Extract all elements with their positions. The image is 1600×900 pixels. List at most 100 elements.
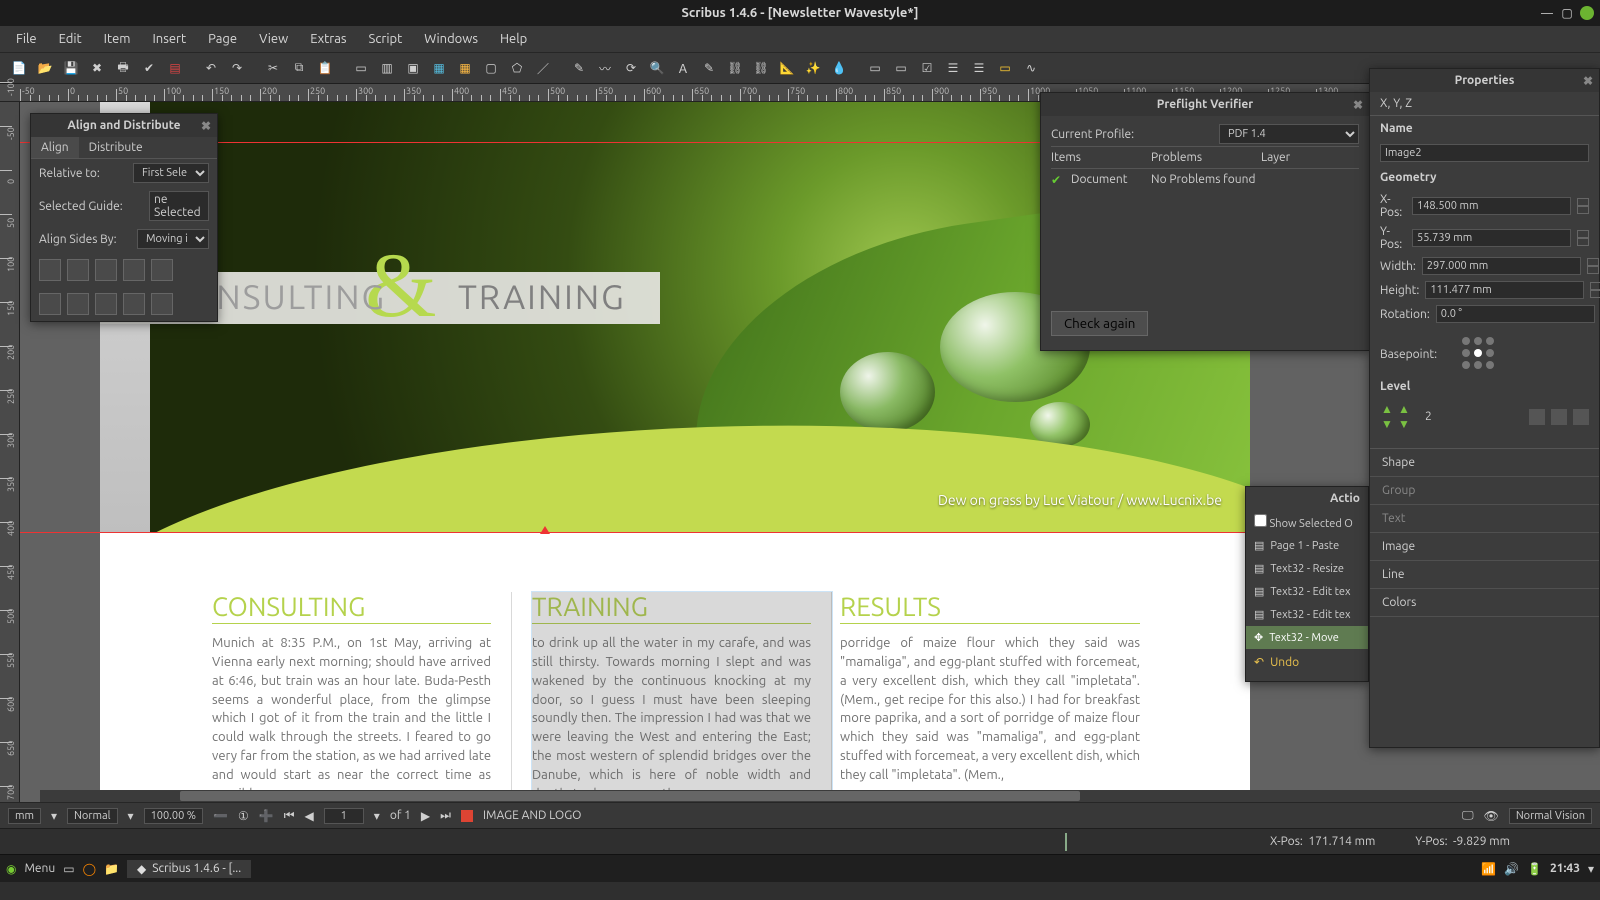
basepoint-selector[interactable] — [1462, 337, 1496, 371]
xyz-tab[interactable]: X, Y, Z — [1370, 92, 1599, 116]
align-b1-icon[interactable] — [39, 293, 61, 315]
height-field[interactable] — [1425, 281, 1584, 299]
align-b5-icon[interactable] — [151, 293, 173, 315]
level-down-icon[interactable]: ▼ — [1397, 418, 1411, 430]
selected-frame-overlay[interactable] — [532, 592, 832, 802]
new-icon[interactable]: 📄 — [8, 57, 30, 79]
menu-file[interactable]: File — [6, 29, 47, 49]
pdf-text-icon[interactable]: ▭ — [890, 57, 912, 79]
line-icon[interactable]: ／ — [532, 57, 554, 79]
undo-button[interactable]: ↶Undo — [1246, 649, 1368, 675]
undo-icon[interactable]: ↶ — [200, 57, 222, 79]
rotate-icon[interactable]: ⟳ — [620, 57, 642, 79]
link-frames-icon[interactable]: ⛓ — [724, 57, 746, 79]
acc-shape[interactable]: Shape — [1370, 449, 1599, 477]
show-desktop-icon[interactable]: ▭ — [63, 862, 74, 876]
show-selected-checkbox[interactable] — [1254, 514, 1267, 527]
render-frame-icon[interactable]: ▦ — [428, 57, 450, 79]
save-icon[interactable]: 💾 — [60, 57, 82, 79]
close-icon[interactable] — [1580, 6, 1594, 20]
level-top-icon[interactable]: ▲ — [1380, 403, 1394, 415]
preview-icon[interactable]: 👁 — [1484, 809, 1499, 823]
close-icon[interactable]: ✖ — [1353, 98, 1363, 112]
action-history-panel[interactable]: Actio Show Selected O ▤Page 1 - Paste ▤T… — [1245, 486, 1369, 682]
freehand-icon[interactable]: 〰 — [594, 57, 616, 79]
table-icon[interactable]: ▦ — [454, 57, 476, 79]
unlink-frames-icon[interactable]: ⛓ — [750, 57, 772, 79]
align-sides-select[interactable]: Moving i — [137, 229, 209, 249]
align-b2-icon[interactable] — [67, 293, 89, 315]
pdf-button-icon[interactable]: ▭ — [864, 57, 886, 79]
page-next-icon[interactable]: ▶ — [421, 809, 430, 823]
mint-icon[interactable]: ◉ — [6, 862, 16, 876]
measure-icon[interactable]: 📐 — [776, 57, 798, 79]
menu-view[interactable]: View — [249, 29, 298, 49]
menu-edit[interactable]: Edit — [49, 29, 92, 49]
battery-icon[interactable]: 🔋 — [1527, 862, 1542, 876]
page-number[interactable]: 1 — [324, 808, 364, 824]
layer-name[interactable]: IMAGE AND LOGO — [483, 809, 582, 822]
volume-icon[interactable]: 🔊 — [1504, 862, 1519, 876]
acc-text[interactable]: Text — [1370, 505, 1599, 533]
clock[interactable]: 21:43 — [1550, 862, 1580, 875]
level-up-icon[interactable]: ▲ — [1397, 403, 1411, 415]
align-center-v-icon[interactable] — [151, 259, 173, 281]
properties-panel[interactable]: Properties✖ X, Y, Z Name Geometry X-Pos:… — [1369, 68, 1600, 748]
task-scribus[interactable]: ◆ Scribus 1.4.6 - [... — [127, 860, 251, 878]
units-select[interactable]: mm — [8, 808, 41, 824]
pdf-link-icon[interactable]: ∿ — [1020, 57, 1042, 79]
name-field[interactable] — [1380, 144, 1589, 162]
menu-item[interactable]: Item — [94, 29, 141, 49]
zoom-reset-icon[interactable]: ① — [238, 809, 249, 823]
zoom-out-icon[interactable]: ➖ — [213, 809, 228, 823]
zoom-icon[interactable]: 🔍 — [646, 57, 668, 79]
relative-to-select[interactable]: First Sele — [133, 163, 209, 183]
zoom-value[interactable]: 100.00 % — [144, 808, 204, 824]
menu-insert[interactable]: Insert — [142, 29, 196, 49]
align-distribute-panel[interactable]: Align and Distribute✖ Align Distribute R… — [30, 113, 218, 322]
pdf-list-icon[interactable]: ☰ — [968, 57, 990, 79]
preflight-panel[interactable]: Preflight Verifier✖ Current Profile: PDF… — [1040, 92, 1370, 351]
lock-size-icon[interactable] — [1529, 409, 1545, 425]
tab-align[interactable]: Align — [31, 137, 79, 158]
wifi-icon[interactable]: 📶 — [1481, 862, 1496, 876]
align-right-icon[interactable] — [95, 259, 117, 281]
preview-mode[interactable]: Normal — [67, 808, 118, 824]
preflight-icon[interactable]: ✔ — [138, 57, 160, 79]
menu-button[interactable]: Menu — [24, 862, 55, 875]
paste-icon[interactable]: 📋 — [314, 57, 336, 79]
files-icon[interactable]: 📁 — [104, 862, 119, 876]
pdf-combo-icon[interactable]: ☰ — [942, 57, 964, 79]
menu-help[interactable]: Help — [490, 29, 537, 49]
tray-icon[interactable]: ▾ — [1588, 862, 1594, 876]
align-center-h-icon[interactable] — [67, 259, 89, 281]
print-icon[interactable]: 🖶 — [112, 57, 134, 79]
bezier-icon[interactable]: ✎ — [568, 57, 590, 79]
firefox-icon[interactable]: ◯ — [83, 862, 96, 876]
level-bottom-icon[interactable]: ▼ — [1380, 418, 1394, 430]
minimize-icon[interactable]: — — [1540, 6, 1554, 20]
close-icon[interactable]: ✖ — [1583, 74, 1593, 88]
profile-select[interactable]: PDF 1.4 — [1219, 124, 1359, 144]
cut-icon[interactable]: ✂ — [262, 57, 284, 79]
ruler-vertical[interactable]: -100-50050100150200250300350400450500550… — [0, 102, 20, 802]
menu-windows[interactable]: Windows — [414, 29, 488, 49]
align-b4-icon[interactable] — [123, 293, 145, 315]
page-last-icon[interactable]: ⏭ — [440, 809, 451, 823]
rotation-field[interactable] — [1436, 305, 1595, 323]
ypos-field[interactable] — [1412, 229, 1571, 247]
xpos-field[interactable] — [1412, 197, 1571, 215]
menu-extras[interactable]: Extras — [300, 29, 356, 49]
copy-icon[interactable]: ⧉ — [288, 57, 310, 79]
menu-page[interactable]: Page — [198, 29, 247, 49]
copy-props-icon[interactable]: ✨ — [802, 57, 824, 79]
acc-colors[interactable]: Colors — [1370, 589, 1599, 617]
image-frame-icon[interactable]: ▣ — [402, 57, 424, 79]
open-icon[interactable]: 📂 — [34, 57, 56, 79]
page-prev-icon[interactable]: ◀ — [305, 809, 314, 823]
text-frame-icon[interactable]: ▥ — [376, 57, 398, 79]
maximize-icon[interactable]: ▢ — [1560, 6, 1574, 20]
close-doc-icon[interactable]: ✖ — [86, 57, 108, 79]
page-first-icon[interactable]: ⏮ — [284, 809, 295, 823]
check-again-button[interactable]: Check again — [1051, 311, 1148, 336]
